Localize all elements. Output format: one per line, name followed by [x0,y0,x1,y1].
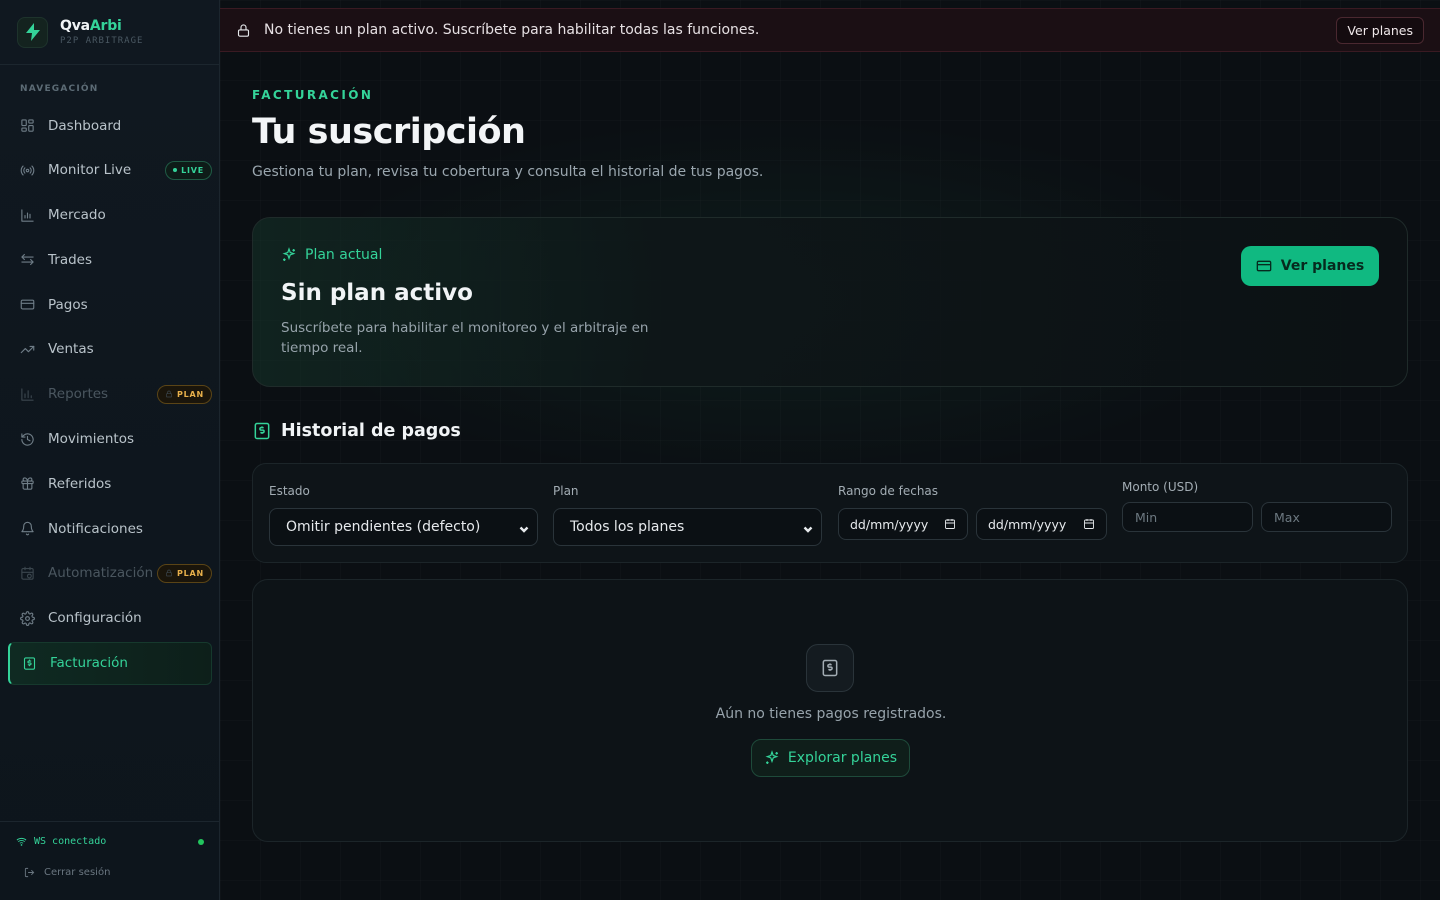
sidebar: QvaArbi P2P ARBITRAGE NAVEGACIÓN Dashboa… [0,0,220,900]
date-to-input[interactable]: dd/mm/yyyy [976,508,1107,540]
date-range-label: Rango de fechas [838,484,939,498]
chart-icon [21,208,34,222]
radio-icon [20,165,35,176]
sparkles-icon [282,247,296,261]
sidebar-item-monitor-live[interactable]: Monitor Live LIVE [8,149,212,192]
sidebar-item-label: Automatización [48,565,154,582]
brand-subtitle: P2P ARBITRAGE [60,36,144,46]
lock-icon [165,391,172,398]
lock-icon [165,570,172,577]
brand[interactable]: QvaArbi P2P ARBITRAGE [0,0,219,65]
empty-state-text: Aún no tienes pagos registrados. [715,706,947,722]
gift-icon [21,477,34,491]
history-icon [21,432,34,446]
sidebar-item-label: Facturación [50,655,128,672]
arrows-icon [21,254,34,266]
card-icon [20,299,35,310]
payment-history-title: Historial de pagos [252,421,461,441]
calendar-clock-icon [21,566,34,580]
sidebar-item-pagos[interactable]: Pagos [8,283,212,326]
plan-description: Suscríbete para habilitar el monitoreo y… [281,320,649,356]
amount-label: Monto (USD) [1122,480,1199,494]
grid-icon [21,119,34,132]
amount-min-input[interactable]: Min [1122,502,1253,532]
sidebar-item-automatizacion[interactable]: Automatización PLAN [8,552,212,595]
page-subtitle: Gestiona tu plan, revisa tu cobertura y … [252,164,764,180]
lock-icon [237,23,250,37]
alert-text: No tienes un plan activo. Suscríbete par… [264,22,760,38]
gear-icon [20,610,35,626]
sidebar-item-label: Monitor Live [48,162,132,179]
current-plan-card: Plan actual Sin plan activo Suscríbete p… [252,217,1408,387]
sparkles-icon [765,750,779,764]
card-icon [1256,260,1272,272]
sidebar-item-ventas[interactable]: Ventas [8,328,212,371]
view-plans-button[interactable]: Ver planes [1241,246,1379,286]
sidebar-item-referidos[interactable]: Referidos [8,462,212,505]
payment-filters: Estado Omitir pendientes (defecto) Plan … [252,463,1408,563]
chevron-down-icon [519,522,529,533]
bell-icon [21,521,34,536]
sidebar-item-mercado[interactable]: Mercado [8,194,212,237]
no-plan-alert: No tienes un plan activo. Suscríbete par… [220,8,1440,52]
sidebar-item-label: Mercado [48,207,106,224]
sidebar-item-label: Trades [48,251,92,268]
sidebar-item-label: Dashboard [48,117,122,134]
receipt-icon [254,422,270,440]
page-eyebrow: FACTURACIÓN [252,88,374,102]
sidebar-item-notificaciones[interactable]: Notificaciones [8,507,212,550]
plan-filter-label: Plan [553,484,579,498]
calendar-icon [1084,519,1094,529]
sidebar-item-label: Reportes [48,386,109,403]
trend-icon [20,345,35,354]
chevron-down-icon [803,522,813,533]
live-badge: LIVE [165,160,212,180]
sidebar-item-label: Notificaciones [48,520,143,537]
connection-dot-icon [198,838,204,845]
sidebar-item-configuracion[interactable]: Configuración [8,597,212,640]
logout-icon [24,867,35,878]
ws-status: WS conectado [16,836,206,847]
date-from-input[interactable]: dd/mm/yyyy [838,508,968,540]
explore-plans-button[interactable]: Explorar planes [751,739,910,777]
plan-eyebrow: Plan actual [281,247,382,263]
sidebar-item-label: Pagos [48,296,88,313]
sidebar-item-label: Ventas [48,341,94,358]
status-filter-label: Estado [269,484,310,498]
sidebar-nav: Dashboard Monitor Live LIVE Mercado Trad… [8,104,212,686]
amount-max-input[interactable]: Max [1261,502,1392,532]
alert-view-plans-button[interactable]: Ver planes [1336,17,1424,44]
sidebar-item-movimientos[interactable]: Movimientos [8,418,212,461]
sidebar-item-reportes[interactable]: Reportes PLAN [8,373,212,416]
sidebar-item-facturacion[interactable]: Facturación [8,641,212,685]
sidebar-item-trades[interactable]: Trades [8,238,212,281]
sidebar-item-dashboard[interactable]: Dashboard [8,104,212,147]
main-content: No tienes un plan activo. Suscríbete par… [220,0,1440,900]
plan-select[interactable]: Todos los planes [553,508,822,546]
sidebar-item-label: Movimientos [48,431,134,448]
sidebar-footer: WS conectado Cerrar sesión [0,821,219,900]
live-dot-icon [173,168,178,173]
plan-title: Sin plan activo [281,280,473,306]
sidebar-item-label: Referidos [48,475,112,492]
payments-empty-state: Aún no tienes pagos registrados. Explora… [252,579,1408,842]
sidebar-item-label: Configuración [48,610,142,627]
bolt-logo-icon [17,16,48,48]
calendar-icon [945,519,955,529]
wifi-icon [16,837,27,846]
brand-name: QvaArbi [60,18,122,34]
nav-heading: NAVEGACIÓN [20,84,99,94]
status-select[interactable]: Omitir pendientes (defecto) [269,508,538,546]
page-title: Tu suscripción [252,112,526,152]
plan-badge: PLAN [156,563,212,583]
bar-chart-icon [21,388,34,401]
plan-badge: PLAN [156,384,212,404]
logout-button[interactable]: Cerrar sesión [24,867,110,878]
receipt-icon [806,644,854,692]
receipt-icon [23,656,36,670]
